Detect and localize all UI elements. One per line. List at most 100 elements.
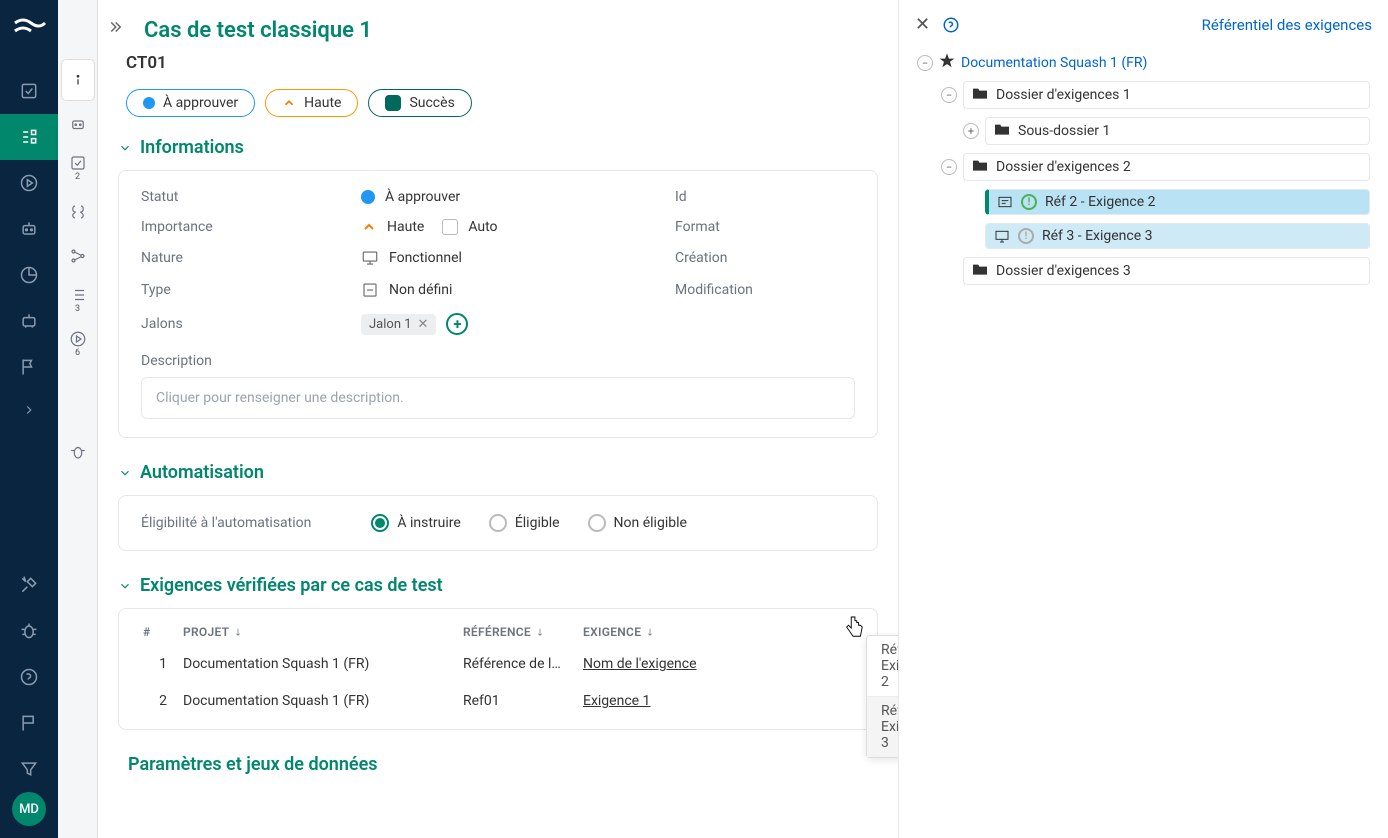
col-projet[interactable]: PROJET bbox=[183, 625, 463, 639]
importance-pill[interactable]: Haute bbox=[265, 89, 358, 117]
collapse-icon[interactable]: − bbox=[917, 55, 933, 71]
label-type: Type bbox=[141, 282, 341, 298]
expand-icon[interactable]: + bbox=[963, 123, 979, 139]
table-row[interactable]: 2 Documentation Squash 1 (FR) Ref01 Exig… bbox=[131, 682, 865, 719]
radio-eligible[interactable]: Éligible bbox=[489, 514, 560, 532]
sub-params-icon[interactable] bbox=[62, 192, 94, 232]
sub-steps-icon[interactable]: 2 bbox=[62, 148, 94, 188]
label-jalons: Jalons bbox=[141, 316, 341, 332]
collapse-icon[interactable]: − bbox=[941, 159, 957, 175]
requirement-icon bbox=[997, 195, 1013, 209]
user-avatar[interactable]: MD bbox=[12, 792, 46, 826]
label-eligibility: Éligibilité à l'automatisation bbox=[141, 515, 311, 531]
app-logo bbox=[9, 8, 49, 48]
status-pending-icon: ! bbox=[1018, 228, 1034, 244]
label-id: Id bbox=[675, 189, 855, 205]
tree-folder[interactable]: − Dossier d'exigences 2 bbox=[915, 149, 1372, 185]
exec-status-pill[interactable]: Succès bbox=[368, 89, 471, 117]
chevron-up-icon bbox=[282, 96, 296, 110]
tree-root[interactable]: − Documentation Squash 1 (FR) bbox=[915, 49, 1372, 77]
nav-robot-icon[interactable] bbox=[0, 206, 58, 252]
nav-collapse-icon[interactable] bbox=[0, 390, 58, 430]
drag-preview: Réf 2 - Exigence 2 Réf 3 - Exigence 3 bbox=[866, 635, 898, 758]
square-dash-icon bbox=[361, 281, 379, 299]
folder-icon bbox=[972, 158, 988, 176]
nav-tools-icon[interactable] bbox=[0, 562, 58, 608]
success-dot-icon bbox=[385, 95, 401, 111]
radio-instruire[interactable]: À instruire bbox=[371, 514, 460, 532]
nav-testcases-icon[interactable] bbox=[0, 114, 58, 160]
expand-panel-icon[interactable] bbox=[106, 18, 124, 40]
label-importance: Importance bbox=[141, 219, 341, 235]
status-pill[interactable]: À approuver bbox=[126, 89, 255, 117]
sub-exec-icon[interactable]: 6 bbox=[62, 324, 94, 364]
req-link[interactable]: Nom de l'exigence bbox=[583, 656, 853, 672]
monitor-icon bbox=[994, 229, 1010, 243]
sub-robot-icon[interactable] bbox=[62, 104, 94, 144]
chevron-down-icon bbox=[118, 466, 132, 480]
label-modification: Modification bbox=[675, 282, 855, 298]
monitor-icon bbox=[361, 249, 379, 267]
radio-non-eligible[interactable]: Non éligible bbox=[588, 514, 687, 532]
star-icon bbox=[939, 53, 955, 73]
status-dot-icon bbox=[361, 190, 375, 204]
panel-title[interactable]: Référentiel des exigences bbox=[1202, 16, 1372, 34]
tree-requirement[interactable]: !Réf 2 - Exigence 2 bbox=[915, 185, 1372, 219]
help-icon[interactable] bbox=[942, 16, 960, 34]
req-link[interactable]: Exigence 1 bbox=[583, 693, 853, 709]
nav-filter-icon[interactable] bbox=[0, 746, 58, 792]
sort-icon bbox=[535, 627, 545, 637]
chevron-up-icon bbox=[361, 219, 377, 235]
description-input[interactable]: Cliquer pour renseigner une description. bbox=[141, 377, 855, 419]
folder-icon bbox=[994, 122, 1010, 140]
tree-folder[interactable]: Dossier d'exigences 3 bbox=[915, 253, 1372, 289]
sub-list-icon[interactable]: 3 bbox=[62, 280, 94, 320]
tree-folder[interactable]: − Dossier d'exigences 1 bbox=[915, 77, 1372, 113]
page-title: Cas de test classique 1 bbox=[144, 18, 870, 43]
tree-folder[interactable]: + Sous-dossier 1 bbox=[915, 113, 1372, 149]
collapse-icon[interactable]: − bbox=[941, 87, 957, 103]
label-statut: Statut bbox=[141, 189, 341, 205]
tree-requirement[interactable]: !Réf 3 - Exigence 3 bbox=[915, 219, 1372, 253]
nav-home-icon[interactable] bbox=[0, 68, 58, 114]
label-format: Format bbox=[675, 219, 855, 235]
value-jalons: Jalon 1✕ + bbox=[361, 313, 655, 335]
section-params-header[interactable]: Paramètres et jeux de données bbox=[128, 754, 878, 775]
value-statut[interactable]: À approuver bbox=[361, 189, 655, 205]
sub-info-icon[interactable] bbox=[62, 60, 94, 100]
auto-checkbox[interactable] bbox=[442, 219, 458, 235]
section-auto-header[interactable]: Automatisation bbox=[118, 462, 878, 483]
jalon-chip[interactable]: Jalon 1✕ bbox=[361, 314, 436, 335]
status-dot-icon bbox=[143, 97, 155, 109]
label-description: Description bbox=[141, 353, 855, 369]
section-info-header[interactable]: Informations bbox=[118, 137, 878, 158]
chevron-down-icon bbox=[118, 141, 132, 155]
folder-icon bbox=[972, 86, 988, 104]
nav-actions-icon[interactable] bbox=[0, 298, 58, 344]
sub-issues-icon[interactable] bbox=[62, 432, 94, 472]
value-nature[interactable]: Fonctionnel bbox=[361, 249, 655, 267]
main-content: Cas de test classique 1 CT01 À approuver… bbox=[98, 0, 898, 838]
nav-bugs-icon[interactable] bbox=[0, 608, 58, 654]
remove-jalon-icon[interactable]: ✕ bbox=[418, 317, 429, 332]
nav-help-icon[interactable] bbox=[0, 654, 58, 700]
chevron-down-icon bbox=[118, 579, 132, 593]
table-row[interactable]: 1 Documentation Squash 1 (FR) Référence … bbox=[131, 645, 865, 682]
nav-milestone-icon[interactable] bbox=[0, 700, 58, 746]
nav-reports-icon[interactable] bbox=[0, 252, 58, 298]
col-reference[interactable]: RÉFÉRENCE bbox=[463, 625, 583, 639]
label-nature: Nature bbox=[141, 250, 341, 266]
value-importance[interactable]: HauteAuto bbox=[361, 219, 655, 235]
nav-campaigns-icon[interactable] bbox=[0, 160, 58, 206]
nav-flag-icon[interactable] bbox=[0, 344, 58, 390]
add-jalon-button[interactable]: + bbox=[446, 313, 468, 335]
value-type[interactable]: Non défini bbox=[361, 281, 655, 299]
status-ok-icon: ! bbox=[1021, 194, 1037, 210]
section-req-header[interactable]: Exigences vérifiées par ce cas de test bbox=[118, 575, 878, 596]
col-exigence[interactable]: EXIGENCE bbox=[583, 625, 853, 639]
sub-link-icon[interactable] bbox=[62, 236, 94, 276]
main-nav-rail: MD bbox=[0, 0, 58, 838]
page-reference: CT01 bbox=[126, 53, 870, 73]
sub-nav-rail: 2 3 6 bbox=[58, 0, 98, 838]
close-panel-icon[interactable]: ✕ bbox=[915, 14, 930, 35]
